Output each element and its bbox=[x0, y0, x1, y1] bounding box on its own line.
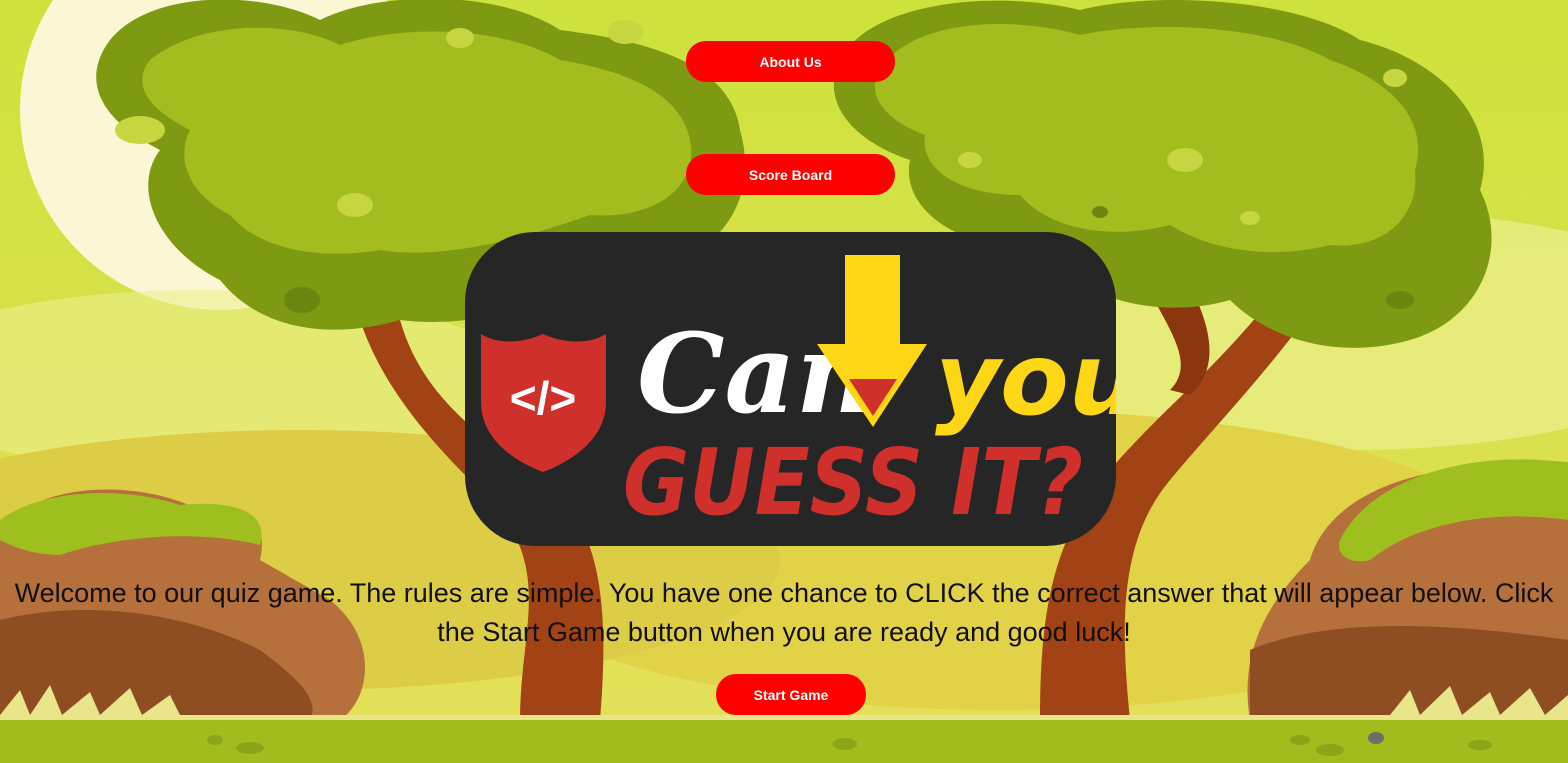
about-us-button[interactable]: About Us bbox=[686, 41, 895, 82]
shield-code-icon: </> bbox=[481, 334, 606, 472]
start-game-button[interactable]: Start Game bbox=[716, 674, 866, 715]
logo-guess-it: GUESS IT? bbox=[623, 429, 1083, 536]
score-board-button[interactable]: Score Board bbox=[686, 154, 895, 195]
logo-art: </> Can you GUESS IT? bbox=[481, 255, 1140, 536]
logo-word-you: you bbox=[935, 321, 1116, 438]
game-logo: </> Can you GUESS IT? bbox=[465, 232, 1140, 546]
welcome-instructions: Welcome to our quiz game. The rules are … bbox=[14, 578, 1554, 647]
svg-text:</>: </> bbox=[510, 372, 577, 424]
